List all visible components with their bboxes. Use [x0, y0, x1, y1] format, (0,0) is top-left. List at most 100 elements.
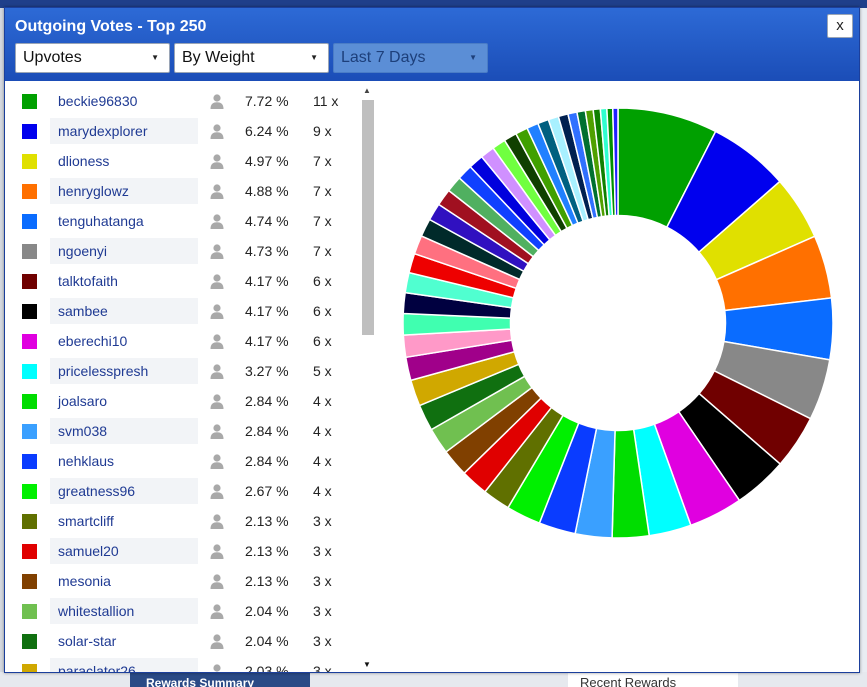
- series-color-swatch: [22, 94, 37, 109]
- vote-count: 6 x: [313, 333, 332, 349]
- person-icon[interactable]: [209, 633, 225, 649]
- person-icon[interactable]: [209, 483, 225, 499]
- list-item: dlioness 4.97 % 7 x: [13, 146, 363, 176]
- list-item: solar-star 2.04 % 3 x: [13, 626, 363, 656]
- voter-name-cell: solar-star: [50, 628, 198, 654]
- voter-name-link[interactable]: joalsaro: [58, 393, 107, 409]
- voter-name-link[interactable]: tenguhatanga: [58, 213, 144, 229]
- voter-name-link[interactable]: mesonia: [58, 573, 111, 589]
- person-icon[interactable]: [209, 513, 225, 529]
- series-color-swatch: [22, 394, 37, 409]
- series-color-swatch: [22, 454, 37, 469]
- voter-name-link[interactable]: paraclator26: [58, 663, 136, 672]
- vote-percent: 2.84 %: [245, 393, 289, 409]
- voter-name-link[interactable]: beckie96830: [58, 93, 137, 109]
- voter-name-link[interactable]: dlioness: [58, 153, 109, 169]
- voter-name-cell: mesonia: [50, 568, 198, 594]
- voter-name-link[interactable]: henryglowz: [58, 183, 129, 199]
- vote-type-select[interactable]: Upvotes ▼: [15, 43, 170, 73]
- voter-name-cell: samuel20: [50, 538, 198, 564]
- person-icon[interactable]: [209, 663, 225, 672]
- series-color-swatch: [22, 124, 37, 139]
- scroll-down-arrow[interactable]: ▼: [363, 660, 371, 669]
- person-icon[interactable]: [209, 93, 225, 109]
- close-button[interactable]: x: [827, 14, 853, 38]
- voter-name-link[interactable]: talktofaith: [58, 273, 118, 289]
- vote-count: 4 x: [313, 453, 332, 469]
- voter-name-cell: joalsaro: [50, 388, 198, 414]
- series-color-swatch: [22, 154, 37, 169]
- voter-name-link[interactable]: solar-star: [58, 633, 116, 649]
- vote-percent: 6.24 %: [245, 123, 289, 139]
- person-icon[interactable]: [209, 303, 225, 319]
- person-icon[interactable]: [209, 603, 225, 619]
- voter-name-cell: pricelesspresh: [50, 358, 198, 384]
- vote-percent: 4.97 %: [245, 153, 289, 169]
- person-icon[interactable]: [209, 123, 225, 139]
- voter-name-link[interactable]: pricelesspresh: [58, 363, 148, 379]
- voter-name-cell: greatness96: [50, 478, 198, 504]
- vote-percent: 4.74 %: [245, 213, 289, 229]
- voter-name-link[interactable]: marydexplorer: [58, 123, 147, 139]
- list-item: nehklaus 2.84 % 4 x: [13, 446, 363, 476]
- list-item: talktofaith 4.17 % 6 x: [13, 266, 363, 296]
- person-icon[interactable]: [209, 333, 225, 349]
- voter-list: beckie96830 7.72 % 11 x marydexplorer 6.24 %…: [5, 86, 365, 672]
- person-icon[interactable]: [209, 423, 225, 439]
- list-item: pricelesspresh 3.27 % 5 x: [13, 356, 363, 386]
- person-icon[interactable]: [209, 243, 225, 259]
- list-item: joalsaro 2.84 % 4 x: [13, 386, 363, 416]
- voter-name-cell: tenguhatanga: [50, 208, 198, 234]
- voter-name-link[interactable]: samuel20: [58, 543, 119, 559]
- person-icon[interactable]: [209, 573, 225, 589]
- person-icon[interactable]: [209, 153, 225, 169]
- voter-name-cell: beckie96830: [50, 88, 198, 114]
- vote-percent: 2.04 %: [245, 603, 289, 619]
- dialog-titlebar: Outgoing Votes - Top 250 x Upvotes ▼ By …: [5, 8, 859, 81]
- series-color-swatch: [22, 214, 37, 229]
- scrollbar-thumb[interactable]: [362, 100, 374, 335]
- voter-name-link[interactable]: smartcliff: [58, 513, 114, 529]
- series-color-swatch: [22, 664, 37, 672]
- vote-percent: 2.03 %: [245, 663, 289, 672]
- rewards-summary-heading: Rewards Summary: [130, 672, 310, 687]
- scroll-up-arrow[interactable]: ▲: [363, 86, 371, 95]
- person-icon[interactable]: [209, 213, 225, 229]
- sort-value: By Weight: [182, 49, 255, 66]
- voter-name-link[interactable]: sambee: [58, 303, 108, 319]
- voter-name-cell: dlioness: [50, 148, 198, 174]
- voter-name-link[interactable]: svm038: [58, 423, 107, 439]
- list-item: marydexplorer 6.24 % 9 x: [13, 116, 363, 146]
- voter-name-link[interactable]: ngoenyi: [58, 243, 107, 259]
- voter-name-link[interactable]: whitestallion: [58, 603, 134, 619]
- person-icon[interactable]: [209, 393, 225, 409]
- list-item: henryglowz 4.88 % 7 x: [13, 176, 363, 206]
- list-item: whitestallion 2.04 % 3 x: [13, 596, 363, 626]
- list-item: samuel20 2.13 % 3 x: [13, 536, 363, 566]
- vote-percent: 3.27 %: [245, 363, 289, 379]
- person-icon[interactable]: [209, 363, 225, 379]
- series-color-swatch: [22, 274, 37, 289]
- list-item: greatness96 2.67 % 4 x: [13, 476, 363, 506]
- series-color-swatch: [22, 304, 37, 319]
- voter-name-link[interactable]: eberechi10: [58, 333, 127, 349]
- vote-count: 3 x: [313, 543, 332, 559]
- person-icon[interactable]: [209, 273, 225, 289]
- voter-name-link[interactable]: nehklaus: [58, 453, 114, 469]
- series-color-swatch: [22, 334, 37, 349]
- period-select[interactable]: Last 7 Days ▼: [333, 43, 488, 73]
- triangle-down-icon: ▼: [310, 53, 318, 62]
- vote-percent: 4.17 %: [245, 273, 289, 289]
- person-icon[interactable]: [209, 453, 225, 469]
- sort-select[interactable]: By Weight ▼: [174, 43, 329, 73]
- series-color-swatch: [22, 544, 37, 559]
- person-icon[interactable]: [209, 183, 225, 199]
- person-icon[interactable]: [209, 543, 225, 559]
- vote-count: 3 x: [313, 603, 332, 619]
- recent-rewards-heading: Recent Rewards: [568, 672, 738, 687]
- outgoing-votes-dialog: Outgoing Votes - Top 250 x Upvotes ▼ By …: [4, 7, 860, 673]
- vote-percent: 2.04 %: [245, 633, 289, 649]
- vote-percent: 4.73 %: [245, 243, 289, 259]
- list-item: eberechi10 4.17 % 6 x: [13, 326, 363, 356]
- voter-name-link[interactable]: greatness96: [58, 483, 135, 499]
